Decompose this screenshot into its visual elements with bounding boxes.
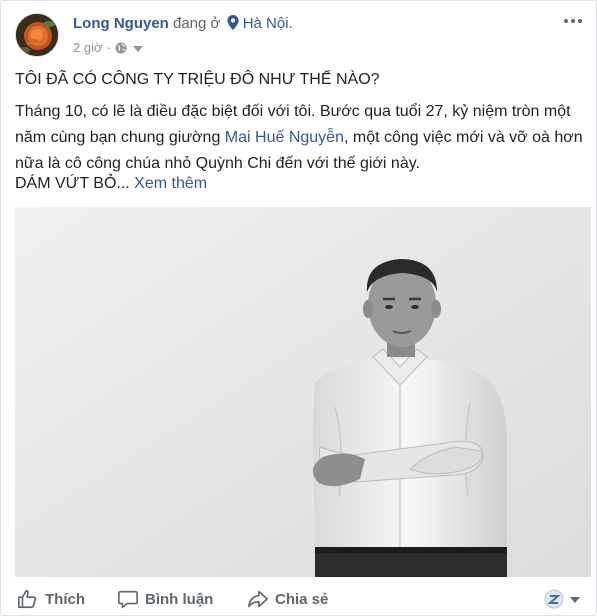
author-name[interactable]: Long Nguyen xyxy=(73,15,169,32)
location-pin-icon xyxy=(226,15,239,30)
privacy-dropdown-caret-icon[interactable] xyxy=(132,45,143,52)
post-meta: 2 giờ · xyxy=(73,40,143,55)
share-button[interactable]: Chia sẻ xyxy=(247,585,328,613)
profile-thumbnail-icon xyxy=(544,589,564,609)
post-tail-text: DÁM VỨT BỎ... xyxy=(15,175,130,192)
see-more-link[interactable]: Xem thêm xyxy=(134,175,207,192)
post-timestamp[interactable]: 2 giờ xyxy=(73,40,103,55)
author-avatar[interactable] xyxy=(15,13,59,57)
post-actions-bar: Thích Bình luận Chia sẻ xyxy=(1,585,597,615)
share-arrow-icon xyxy=(248,590,268,608)
like-label: Thích xyxy=(45,590,85,608)
tagged-person-link[interactable]: Mai Huế Nguyễn xyxy=(225,129,344,146)
page-voice-selector[interactable] xyxy=(544,589,580,609)
post-title: TÔI ĐÃ CÓ CÔNG TY TRIỆU ĐÔ NHƯ THẾ NÀO? xyxy=(15,71,380,88)
post-tail: DÁM VỨT BỎ... Xem thêm xyxy=(15,175,207,193)
post-card: Long Nguyen đang ở Hà Nội. 2 giờ · TÔI Đ… xyxy=(0,0,597,616)
comment-button[interactable]: Bình luận xyxy=(117,585,213,613)
speech-bubble-icon xyxy=(118,590,138,609)
more-options-icon[interactable] xyxy=(564,19,582,25)
share-label: Chia sẻ xyxy=(275,590,329,608)
chevron-down-icon xyxy=(570,597,580,603)
comment-label: Bình luận xyxy=(145,590,214,608)
location-link[interactable]: Hà Nội. xyxy=(243,15,293,32)
activity-text: đang ở xyxy=(173,15,221,32)
thumbs-up-icon xyxy=(18,589,37,609)
post-photo[interactable] xyxy=(15,207,591,577)
like-button[interactable]: Thích xyxy=(17,585,85,613)
post-body: Tháng 10, có lẽ là điều đặc biệt đối với… xyxy=(15,99,587,177)
globe-icon xyxy=(115,42,127,53)
meta-dot: · xyxy=(106,40,111,55)
post-header-line: Long Nguyen đang ở Hà Nội. xyxy=(73,15,293,32)
